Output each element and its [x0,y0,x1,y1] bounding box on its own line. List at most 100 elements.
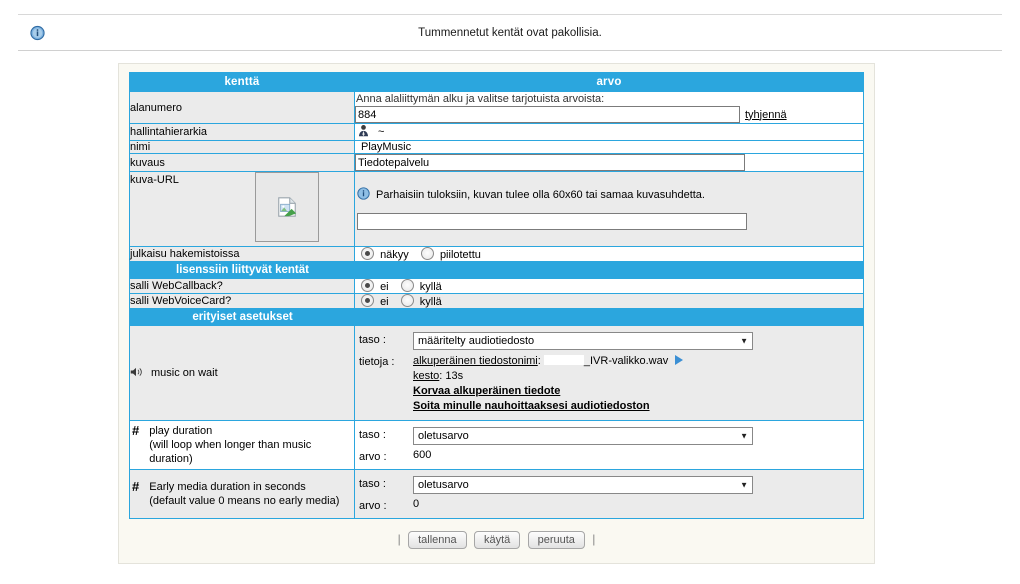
redacted-filename-part [543,355,584,365]
early-media-arvo-label: arvo : [359,500,387,512]
alanumero-clear-link[interactable]: tyhjennä [745,109,787,121]
music-taso-select[interactable]: määritelty audiotiedosto [413,332,753,350]
form-panel: kenttä arvo alanumero Anna alaliittymän … [118,63,875,564]
radio-webcallback-kylla-label: kyllä [419,281,442,293]
label-julkaisu: julkaisu hakemistoissa [129,246,355,262]
music-filename-link[interactable]: alkuperäinen tiedostonimi [413,355,538,367]
value-julkaisu: näkyy piilotettu [354,246,864,262]
apply-button[interactable]: käytä [473,531,521,549]
music-replace-link[interactable]: Korvaa alkuperäinen tiedote [413,385,560,397]
radio-julkaisu-piilotettu-label: piilotettu [439,249,481,261]
music-taso-label: taso : [359,334,386,346]
hallintahierarkia-value: ~ [378,126,385,138]
radio-julkaisu-nakyy[interactable] [361,247,374,260]
row-early-media: # Early media duration in seconds (defau… [129,469,864,519]
radio-webcallback-ei[interactable] [361,279,374,292]
early-media-select-wrap[interactable]: oletusarvo ▼ [413,476,753,494]
row-webvoicecard: salli WebVoiceCard? ei kyllä [129,293,864,309]
label-nimi: nimi [129,140,355,154]
music-duration-value: 13s [445,370,464,382]
play-duration-select-wrap[interactable]: oletusarvo ▼ [413,427,753,445]
early-media-taso-label: taso : [359,478,386,490]
radio-webcallback-kylla[interactable] [400,279,414,292]
broken-image-icon [255,172,319,242]
section-license-title: lisenssiin liittyvät kentät [176,264,309,276]
kuva-url-input[interactable] [357,212,747,230]
kuva-url-label-text: kuva-URL [130,174,179,186]
early-media-sublabel: (default value 0 means no early media) [149,495,340,507]
cancel-button[interactable]: peruuta [527,531,585,549]
separator-right: | [592,532,596,546]
info-icon [30,25,45,40]
row-julkaisu: julkaisu hakemistoissa näkyy piilotettu [129,246,864,262]
form-actions: | tallenna käytä peruuta | [129,531,864,549]
music-record-line: Soita minulle nauhoittaaksesi audiotiedo… [413,399,683,414]
section-special-title: erityiset asetukset [192,311,293,323]
save-button[interactable]: tallenna [408,531,467,549]
value-music-on-wait: taso : määritelty audiotiedosto ▼ tietoj… [354,325,864,421]
early-media-label: Early media duration in seconds [149,481,306,493]
play-duration-taso-label: taso : [359,429,386,441]
early-media-taso-select[interactable]: oletusarvo [413,476,753,494]
early-media-arvo-value: 0 [413,498,420,510]
music-record-link[interactable]: Soita minulle nauhoittaaksesi audiotiedo… [413,400,650,412]
table-header-row: kenttä arvo [129,72,864,92]
user-icon [357,124,370,140]
section-header-special: erityiset asetukset [129,308,864,326]
header-value: arvo [354,72,864,92]
kuvaus-input[interactable] [355,154,745,171]
value-nimi: PlayMusic [354,140,864,154]
radio-julkaisu-nakyy-label: näkyy [380,249,409,261]
row-webcallback: salli WebCallback? ei kyllä [129,278,864,294]
music-duration-sep: : [439,370,443,382]
top-message-text: Tummennetut kentät ovat pakollisia. [418,26,602,39]
top-message-bar: Tummennetut kentät ovat pakollisia. [18,14,1002,51]
value-kuvaus [354,153,864,172]
play-duration-arvo-value: 600 [413,449,432,461]
label-play-duration: # play duration (will loop when longer t… [129,420,355,470]
label-kuva-url: kuva-URL [129,171,355,247]
music-replace-line: Korvaa alkuperäinen tiedote [413,384,683,399]
row-hallintahierarkia: hallintahierarkia ~ [129,123,864,141]
radio-webvoicecard-kylla[interactable] [400,294,414,307]
header-field: kenttä [129,72,355,92]
value-play-duration: taso : oletusarvo ▼ arvo : 600 [354,420,864,470]
alanumero-input[interactable] [355,106,740,123]
label-hallintahierarkia: hallintahierarkia [129,123,355,141]
radio-julkaisu-piilotettu[interactable] [420,247,434,260]
music-taso-select-wrap[interactable]: määritelty audiotiedosto ▼ [413,332,753,350]
label-webcallback: salli WebCallback? [129,278,355,294]
label-alanumero: alanumero [129,91,355,124]
hash-icon: # [132,479,140,494]
value-webcallback: ei kyllä [354,278,864,294]
radio-webvoicecard-ei-label: ei [380,296,389,308]
row-kuva-url: kuva-URL Parhaisiin tuloksiin, kuvan tul… [129,171,864,247]
play-duration-arvo-label: arvo : [359,451,387,463]
settings-table: kenttä arvo alanumero Anna alaliittymän … [129,72,864,519]
radio-webcallback-ei-label: ei [380,281,389,293]
row-play-duration: # play duration (will loop when longer t… [129,420,864,470]
music-duration-link[interactable]: kesto [413,370,439,382]
music-filename-sep: : [537,355,541,367]
row-kuvaus: kuvaus [129,153,864,172]
play-duration-sublabel: (will loop when longer than music durati… [149,439,312,465]
music-filename-line: alkuperäinen tiedostonimi: _IVR-valikko.… [413,354,684,369]
music-on-wait-label: music on wait [151,367,218,379]
hash-icon: # [132,423,140,438]
speaker-icon [130,366,145,381]
info-icon [357,186,370,203]
section-header-license: lisenssiin liittyvät kentät [129,261,864,279]
radio-webvoicecard-ei[interactable] [361,294,374,307]
row-music-on-wait: music on wait taso : määritelty audiotie… [129,325,864,421]
kuva-url-info-text: Parhaisiin tuloksiin, kuvan tulee olla 6… [376,188,705,201]
play-duration-taso-select[interactable]: oletusarvo [413,427,753,445]
row-alanumero: alanumero Anna alaliittymän alku ja vali… [129,91,864,124]
value-webvoicecard: ei kyllä [354,293,864,309]
label-music-on-wait: music on wait [129,325,355,421]
value-alanumero: Anna alaliittymän alku ja valitse tarjot… [354,91,864,124]
value-hallintahierarkia: ~ [354,123,864,141]
label-kuvaus: kuvaus [129,153,355,172]
alanumero-hint: Anna alaliittymän alku ja valitse tarjot… [356,93,605,105]
play-icon[interactable] [675,355,684,365]
separator-left: | [397,532,401,546]
